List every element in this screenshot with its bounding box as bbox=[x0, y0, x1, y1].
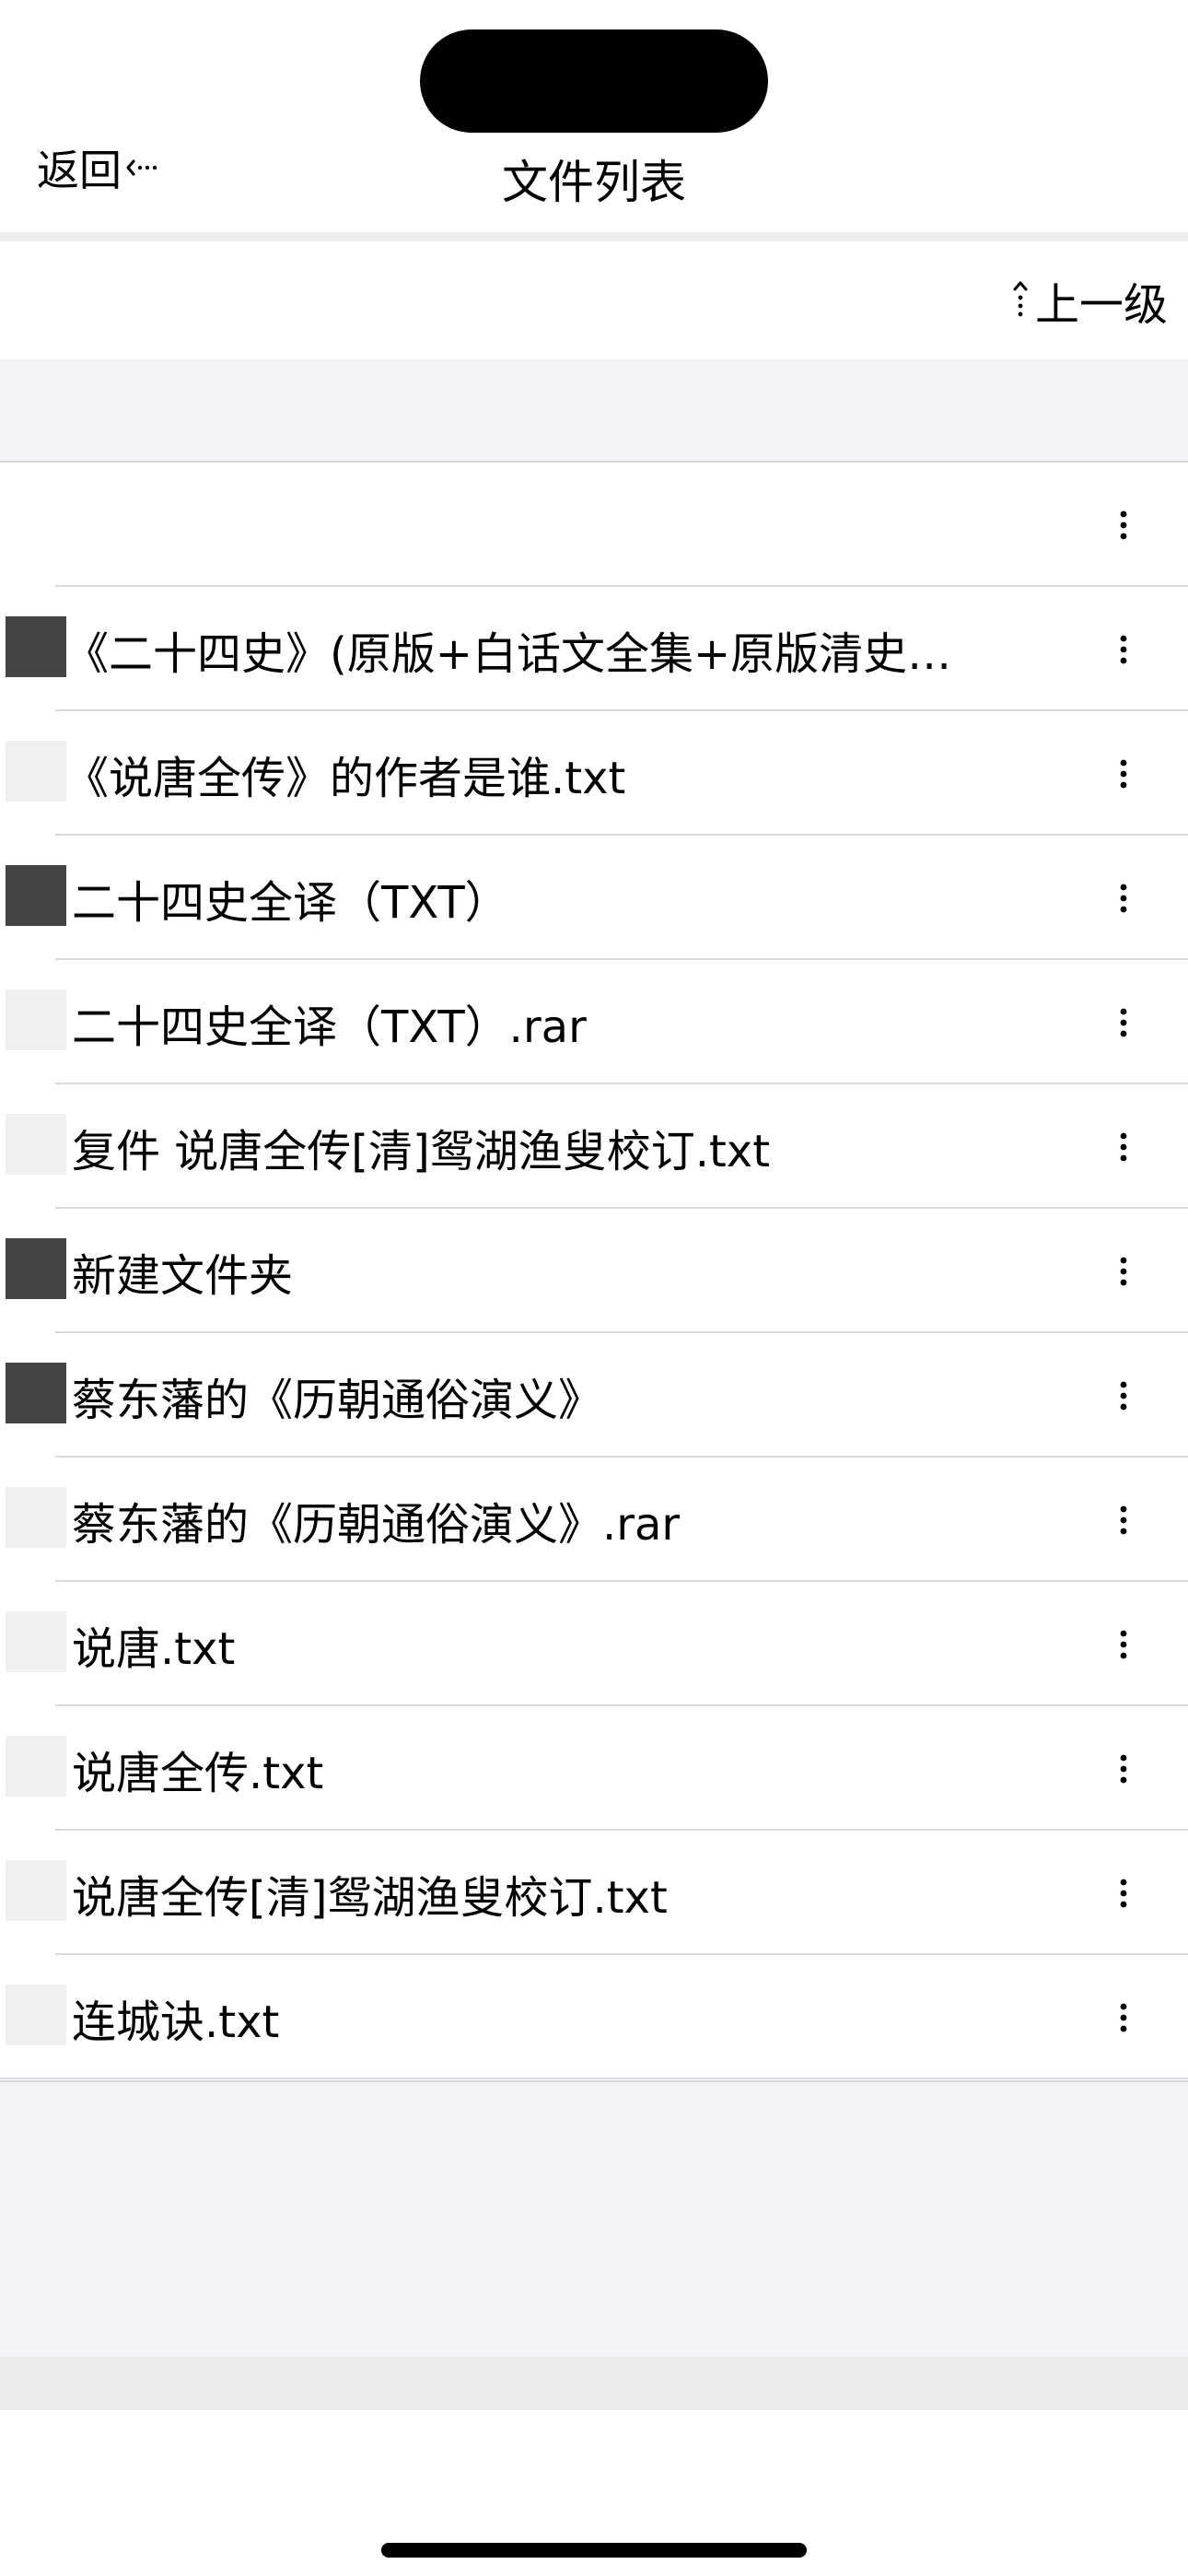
more-vertical-icon bbox=[1120, 510, 1127, 539]
more-button[interactable] bbox=[1096, 1333, 1151, 1458]
section-spacer bbox=[0, 359, 1188, 463]
more-button[interactable] bbox=[1096, 836, 1151, 960]
home-indicator[interactable] bbox=[381, 2543, 807, 2558]
row-separator bbox=[0, 2078, 1188, 2079]
list-item[interactable]: 二十四史全译（TXT）.rar bbox=[0, 960, 1188, 1084]
bottom-strip bbox=[0, 2357, 1188, 2410]
more-vertical-icon bbox=[1120, 1381, 1127, 1410]
folder-thumbnail bbox=[6, 616, 66, 677]
more-vertical-icon bbox=[1120, 759, 1127, 788]
list-item[interactable]: 连城诀.txt bbox=[0, 1955, 1188, 2079]
more-vertical-icon bbox=[1120, 1505, 1127, 1534]
folder-thumbnail bbox=[6, 865, 66, 926]
file-thumbnail bbox=[6, 1487, 66, 1548]
more-button[interactable] bbox=[1096, 960, 1151, 1084]
file-name: 二十四史全译（TXT）.rar bbox=[72, 1001, 587, 1053]
list-item[interactable]: 新建文件夹 bbox=[0, 1209, 1188, 1333]
list-item[interactable]: 说唐全传[清]鸳湖渔叟校订.txt bbox=[0, 1831, 1188, 1955]
list-item[interactable]: 复件 说唐全传[清]鸳湖渔叟校订.txt bbox=[0, 1084, 1188, 1209]
list-item[interactable]: 蔡东藩的《历朝通俗演义》.rar bbox=[0, 1458, 1188, 1582]
list-item[interactable]: 蔡东藩的《历朝通俗演义》 bbox=[0, 1333, 1188, 1458]
more-vertical-icon bbox=[1120, 1132, 1127, 1161]
file-thumbnail bbox=[6, 1985, 66, 2045]
more-button[interactable] bbox=[1096, 587, 1151, 711]
more-button[interactable] bbox=[1096, 1458, 1151, 1582]
list-item[interactable] bbox=[0, 463, 1188, 587]
more-vertical-icon bbox=[1120, 1754, 1127, 1783]
more-button[interactable] bbox=[1096, 1706, 1151, 1831]
more-button[interactable] bbox=[1096, 1084, 1151, 1209]
up-level-button[interactable]: 上一级 bbox=[1011, 241, 1168, 359]
more-vertical-icon bbox=[1120, 1257, 1127, 1285]
file-thumbnail bbox=[6, 1114, 66, 1175]
file-thumbnail bbox=[6, 989, 66, 1050]
more-vertical-icon bbox=[1120, 635, 1127, 663]
more-vertical-icon bbox=[1120, 2003, 1127, 2032]
file-thumbnail bbox=[6, 1736, 66, 1797]
more-button[interactable] bbox=[1096, 711, 1151, 836]
up-arrow-icon bbox=[1011, 280, 1030, 321]
dynamic-island bbox=[420, 29, 768, 133]
list-item[interactable]: 说唐全传.txt bbox=[0, 1706, 1188, 1831]
more-button[interactable] bbox=[1096, 1582, 1151, 1706]
file-thumbnail bbox=[6, 1860, 66, 1921]
file-name: 《二十四史》(原版+白话文全集+原版清史… bbox=[64, 627, 952, 680]
empty-area bbox=[0, 2080, 1188, 2357]
file-name: 蔡东藩的《历朝通俗演义》 bbox=[72, 1374, 603, 1426]
file-thumbnail bbox=[6, 1611, 66, 1672]
more-button[interactable] bbox=[1096, 1955, 1151, 2079]
file-name: 说唐全传.txt bbox=[72, 1747, 324, 1799]
nav-divider bbox=[0, 232, 1188, 241]
more-button[interactable] bbox=[1096, 1831, 1151, 1955]
more-vertical-icon bbox=[1120, 884, 1127, 912]
file-name: 说唐.txt bbox=[72, 1622, 236, 1675]
file-name: 蔡东藩的《历朝通俗演义》.rar bbox=[72, 1498, 681, 1551]
file-name: 复件 说唐全传[清]鸳湖渔叟校订.txt bbox=[72, 1125, 771, 1177]
page-title: 文件列表 bbox=[502, 156, 686, 209]
file-name: 二十四史全译（TXT） bbox=[72, 876, 509, 929]
more-vertical-icon bbox=[1120, 1879, 1127, 1907]
screen: 返回 文件列表 上一级 《二十四史》(原版+白话文全集+原版清史… 《说唐全传》… bbox=[0, 0, 1188, 2576]
file-name: 《说唐全传》的作者是谁.txt bbox=[64, 752, 626, 804]
more-button[interactable] bbox=[1096, 463, 1151, 587]
file-thumbnail bbox=[6, 741, 66, 802]
folder-thumbnail bbox=[6, 1363, 66, 1423]
toolbar: 上一级 bbox=[0, 241, 1188, 359]
more-vertical-icon bbox=[1120, 1008, 1127, 1036]
list-item[interactable]: 《二十四史》(原版+白话文全集+原版清史… bbox=[0, 587, 1188, 711]
file-name: 连城诀.txt bbox=[72, 1996, 280, 2048]
more-vertical-icon bbox=[1120, 1630, 1127, 1658]
list-item[interactable]: 二十四史全译（TXT） bbox=[0, 836, 1188, 960]
file-list: 《二十四史》(原版+白话文全集+原版清史… 《说唐全传》的作者是谁.txt 二十… bbox=[0, 463, 1188, 2079]
file-name: 说唐全传[清]鸳湖渔叟校订.txt bbox=[72, 1871, 668, 1924]
list-item[interactable]: 《说唐全传》的作者是谁.txt bbox=[0, 711, 1188, 836]
file-name: 新建文件夹 bbox=[72, 1249, 294, 1302]
more-button[interactable] bbox=[1096, 1209, 1151, 1333]
up-level-label: 上一级 bbox=[1034, 279, 1168, 331]
folder-thumbnail bbox=[6, 1238, 66, 1299]
list-item[interactable]: 说唐.txt bbox=[0, 1582, 1188, 1706]
